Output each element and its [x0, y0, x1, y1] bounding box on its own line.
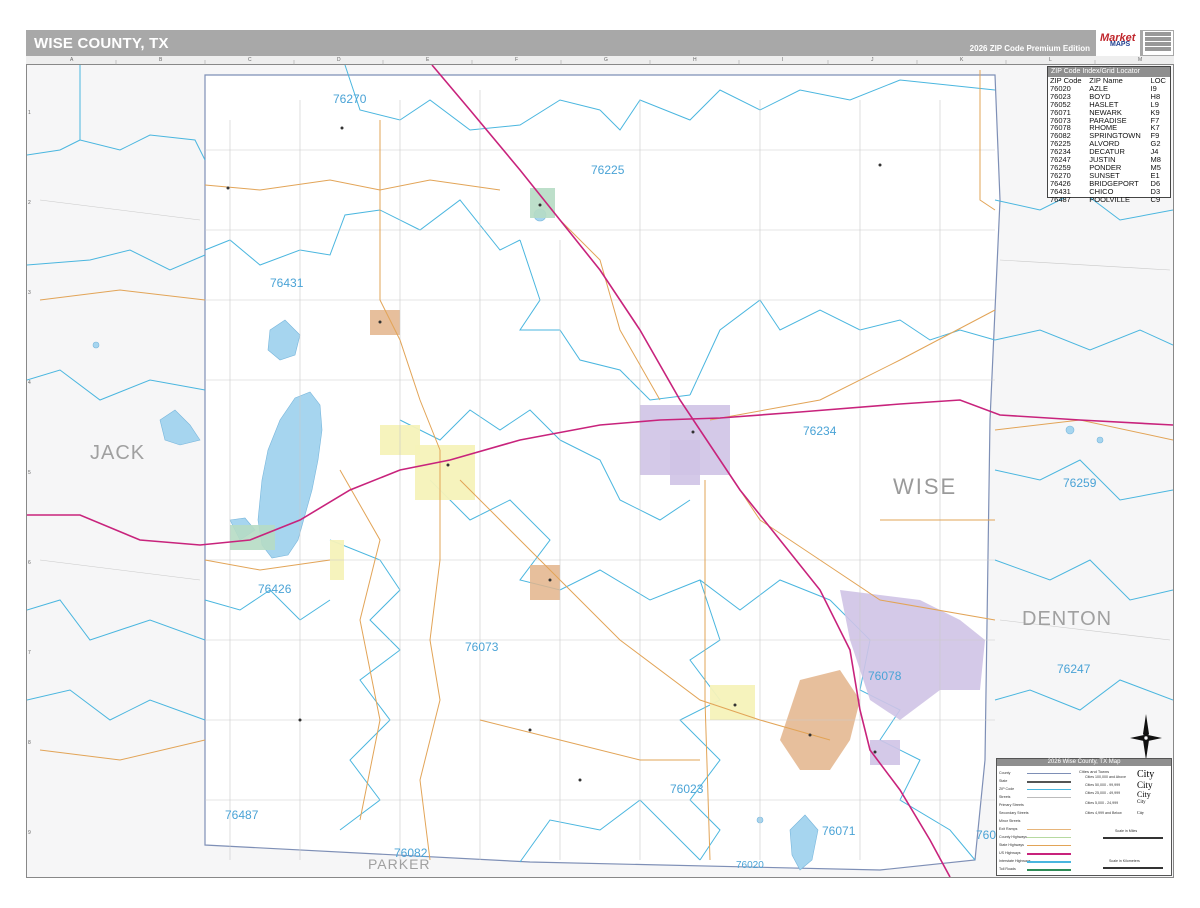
legend-cities-header: Cities and Towns [1079, 769, 1110, 774]
grid-column-letter: F [515, 57, 519, 63]
zip-label: 76234 [803, 424, 837, 438]
zip-label: 76023 [670, 782, 704, 796]
zip-index-grid: ZIP Code ZIP Name LOC 76020 AZLE I9 76023 B… [1048, 77, 1170, 204]
county-label-denton: DENTON [1022, 608, 1113, 630]
legend-item-county-highways: County Highways [999, 835, 1027, 839]
legend-swatch-exit-ramps [1027, 829, 1071, 830]
grid-column-letter: A [70, 57, 74, 63]
zip-label: 76071 [822, 824, 856, 838]
legend-city-size: Cities 100,000 and Above [1085, 775, 1126, 779]
legend-swatch-county [1027, 773, 1071, 774]
scale-km-label: Scale in Kilometers [1109, 859, 1140, 863]
legend-item-secondary-streets: Secondary Streets [999, 811, 1029, 815]
zip-label: 76073 [465, 640, 499, 654]
grid-column-letter: L [1049, 57, 1052, 63]
legend-city-sample: City [1137, 780, 1153, 790]
legend-city-size: Cities 25,000 - 49,999 [1085, 791, 1121, 795]
loc-cell: C9 [1150, 194, 1161, 204]
legend-swatch-toll [1027, 869, 1071, 871]
zip-label: 76431 [270, 276, 304, 290]
legend-item-zip: ZIP Code [999, 787, 1015, 791]
grid-column-letter: E [426, 57, 430, 63]
zip-label: 76082 [394, 846, 428, 860]
grid-row-number: 2 [28, 200, 31, 206]
legend-item-state-highways: State Highways [999, 843, 1024, 847]
zip-name-cell: POOLVILLE [1089, 194, 1130, 204]
zip-label: 76426 [258, 582, 292, 596]
zip-code-cell: 76487 [1050, 194, 1071, 204]
scale-bar-miles [1103, 837, 1163, 839]
legend-item-streets: Streets [999, 795, 1011, 799]
county-label-wise: WISE [893, 474, 958, 499]
county-label-jack: JACK [90, 442, 146, 464]
legend-item-exit-ramps: Exit Ramps [999, 827, 1018, 831]
legend-swatch-state [1027, 781, 1071, 783]
legend-item-county: County [999, 771, 1011, 775]
zip-label: 76270 [333, 92, 367, 106]
legend-city-sample: City [1137, 810, 1144, 815]
north-arrow-icon [1130, 714, 1162, 760]
grid-row-number: 5 [28, 470, 31, 476]
grid-column-letter: B [159, 57, 163, 63]
legend-city-size: Cities 4,999 and Below [1085, 811, 1122, 815]
grid-column-letter: C [248, 57, 252, 63]
zip-label: 76078 [868, 669, 902, 683]
zip-label: 76225 [591, 163, 625, 177]
legend-city-sample: City [1137, 800, 1146, 805]
grid-column-letter: M [1138, 57, 1143, 63]
zip-label: 76259 [1063, 476, 1097, 490]
grid-column-letter: D [337, 57, 341, 63]
legend-item-us-highways: US Highways [999, 851, 1021, 855]
legend-city-size: Cities 50,000 - 99,999 [1085, 783, 1121, 787]
zip-index-table: ZIP Code Index/Grid Locator ZIP Code ZIP… [1047, 66, 1171, 203]
grid-row-number: 3 [28, 290, 31, 296]
grid-row-number: 6 [28, 560, 31, 566]
zip-label: 76020 [736, 860, 764, 871]
legend-swatch-zip [1027, 789, 1071, 790]
legend-city-sample: City [1137, 769, 1155, 780]
legend-item-toll-roads: Toll Roads [999, 867, 1016, 871]
grid-column-letter: H [693, 57, 697, 63]
legend-swatch-streets [1027, 797, 1071, 798]
legend-city-size: Cities 5,000 - 24,999 [1085, 801, 1119, 805]
legend-item-primary-streets: Primary Streets [999, 803, 1024, 807]
zip-label: 760 [976, 828, 997, 842]
zip-label: 76247 [1057, 662, 1091, 676]
grid-column-letter: G [604, 57, 608, 63]
legend-item-interstates: Interstate Highways [999, 859, 1031, 863]
grid-column-letter: I [782, 57, 784, 63]
grid-column-letter: J [871, 57, 874, 63]
legend-swatch-state-hwy [1027, 845, 1071, 846]
legend-item-minor-streets: Minor Streets [999, 819, 1021, 823]
grid-row-number: 7 [28, 650, 31, 656]
zip-label: 76487 [225, 808, 259, 822]
legend-city-sample: City [1137, 790, 1151, 799]
legend-swatch-county-hwy [1027, 837, 1071, 838]
grid-column-letter: K [960, 57, 964, 63]
grid-row-number: 4 [28, 380, 31, 386]
map-legend: 2026 Wise County, TX Map County State ZI… [996, 758, 1172, 876]
legend-header: 2026 Wise County, TX Map [997, 759, 1171, 766]
grid-row-number: 8 [28, 740, 31, 746]
grid-row-number: 9 [28, 830, 31, 836]
grid-row-number: 1 [28, 110, 31, 116]
table-row: 76487 POOLVILLE C9 [1048, 194, 1170, 204]
legend-swatch-interstate [1027, 861, 1071, 863]
legend-item-state: State [999, 779, 1008, 783]
scale-miles-label: Scale in Miles [1115, 829, 1138, 833]
scale-bar-km [1103, 867, 1163, 869]
legend-swatch-us-hwy [1027, 853, 1071, 855]
